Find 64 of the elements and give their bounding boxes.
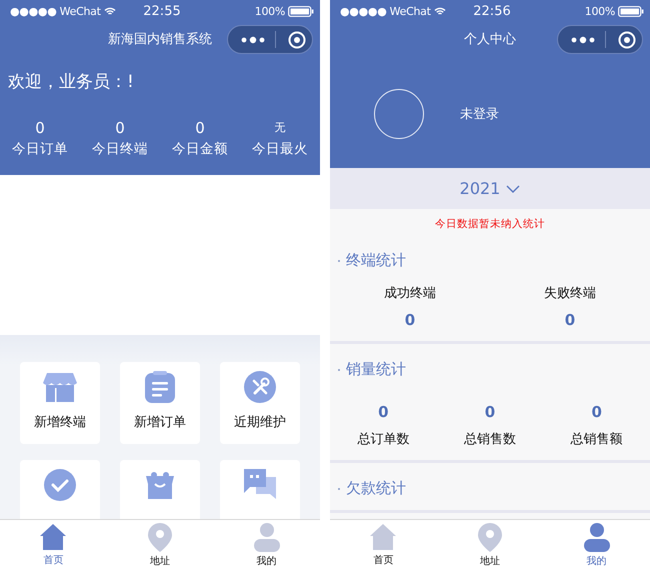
tab-item[interactable]: 地址 — [436, 520, 544, 568]
location-pin-icon — [148, 523, 172, 552]
home-icon — [369, 523, 398, 551]
stat-label: 今日终端 — [92, 140, 148, 158]
status-time: 22:55 — [143, 4, 181, 18]
stat-value: 0 — [404, 311, 416, 329]
stat-value: 0 — [591, 403, 602, 421]
section-title: 欠款统计 — [346, 479, 406, 498]
wifi-icon — [434, 6, 446, 16]
tab-item[interactable]: 首页 — [330, 520, 437, 568]
page-title: 新海国内销售系统 — [108, 31, 212, 48]
more-icon[interactable] — [571, 36, 595, 44]
menu-card[interactable]: 新增终端 — [20, 362, 100, 444]
notice-text: 今日数据暂未纳入统计 — [434, 217, 546, 232]
bag-icon — [144, 469, 176, 501]
stat-label: 成功终端 — [384, 285, 436, 302]
close-icon[interactable] — [288, 30, 306, 48]
person-icon — [254, 523, 280, 552]
stat-value: 0 — [378, 403, 389, 421]
year-picker[interactable]: 2021 — [330, 168, 650, 209]
tab-item[interactable]: 地址 — [106, 520, 214, 568]
stat-label: 总销售数 — [464, 431, 516, 448]
page-title: 个人中心 — [464, 31, 516, 48]
user-name: 未登录 — [460, 106, 499, 123]
store-icon — [43, 371, 77, 403]
stat-label: 今日最火 — [252, 140, 308, 158]
menu-card[interactable]: 近期维护 — [220, 362, 300, 444]
stat-value: 0 — [35, 118, 45, 137]
stat-value: 0 — [484, 403, 496, 421]
stat-label: 今日订单 — [12, 140, 68, 158]
location-pin-icon — [478, 523, 502, 552]
tools-icon — [244, 371, 276, 403]
tab-item[interactable]: 首页 — [0, 520, 107, 568]
stat-label: 失败终端 — [544, 285, 596, 302]
carrier-text: ●●●●● WeChat — [340, 4, 431, 18]
tab-item[interactable]: 我的 — [543, 520, 650, 568]
carrier-text: ●●●●● WeChat — [10, 4, 101, 18]
stat-value: 0 — [195, 118, 205, 137]
home-icon — [39, 523, 68, 551]
welcome-text: 欢迎，业务员：! — [7, 71, 135, 94]
stat-value: 无 — [274, 120, 286, 136]
check-icon — [44, 469, 76, 501]
battery-icon — [288, 6, 314, 16]
chevron-down-icon — [506, 184, 520, 192]
battery-icon — [618, 6, 644, 16]
avatar — [374, 89, 424, 139]
close-icon[interactable] — [618, 30, 636, 48]
person-icon — [584, 523, 610, 552]
status-time: 22:56 — [473, 4, 511, 18]
menu-card[interactable]: 新增订单 — [120, 362, 200, 444]
stat-value: 0 — [564, 311, 576, 329]
battery-text: 100% — [584, 4, 615, 18]
stat-value: 0 — [115, 118, 125, 137]
clipboard-icon — [144, 371, 176, 403]
battery-text: 100% — [254, 4, 285, 18]
chat-icon — [244, 469, 276, 501]
stat-label: 总销售额 — [570, 431, 623, 448]
tab-item[interactable]: 我的 — [213, 520, 320, 568]
section-title: 销量统计 — [346, 360, 406, 379]
stat-label: 总订单数 — [357, 431, 410, 448]
section-title: 终端统计 — [346, 251, 406, 270]
more-icon[interactable] — [241, 36, 265, 44]
stat-label: 今日金额 — [172, 140, 228, 158]
wifi-icon — [104, 6, 116, 16]
